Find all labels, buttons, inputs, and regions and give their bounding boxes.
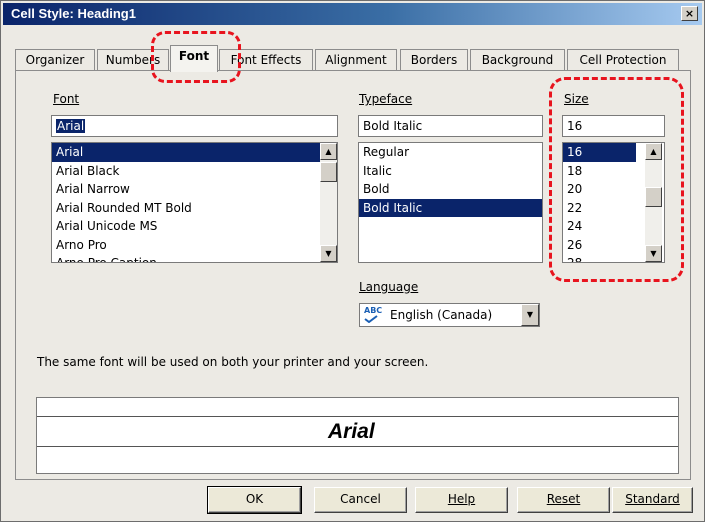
tab-alignment[interactable]: Alignment: [315, 49, 397, 71]
size-input[interactable]: 16: [562, 115, 665, 137]
scroll-thumb[interactable]: [320, 162, 337, 182]
scroll-thumb[interactable]: [645, 187, 662, 207]
reset-button-label: Reset: [546, 492, 581, 506]
chevron-down-icon[interactable]: ▼: [521, 304, 539, 326]
preview-baseline: [37, 446, 678, 447]
cancel-button[interactable]: Cancel: [314, 487, 407, 513]
font-list[interactable]: Arial Arial Black Arial Narrow Arial Rou…: [51, 142, 338, 263]
window-title: Cell Style: Heading1: [11, 6, 136, 21]
tab-numbers[interactable]: Numbers: [97, 49, 169, 71]
scroll-down-icon[interactable]: ▼: [645, 245, 662, 262]
tab-borders[interactable]: Borders: [400, 49, 468, 71]
standard-button[interactable]: Standard: [612, 487, 693, 513]
help-button[interactable]: Help: [415, 487, 508, 513]
font-name-value: Arial: [56, 119, 86, 133]
tab-background[interactable]: Background: [470, 49, 565, 71]
language-value: English (Canada): [390, 308, 493, 322]
font-info-text: The same font will be used on both your …: [37, 355, 429, 369]
list-item[interactable]: Arial: [52, 143, 320, 162]
font-preview: Arial: [36, 397, 679, 474]
list-item[interactable]: Arial Unicode MS: [52, 217, 337, 236]
help-button-label: Help: [447, 492, 476, 506]
list-item[interactable]: 16: [563, 143, 636, 162]
typeface-label: Typeface: [359, 92, 413, 106]
list-item[interactable]: Arial Rounded MT Bold: [52, 199, 337, 218]
typeface-value: Bold Italic: [363, 119, 423, 133]
standard-button-label: Standard: [625, 492, 680, 506]
list-item[interactable]: Arno Pro: [52, 236, 337, 255]
title-bar: Cell Style: Heading1 ×: [3, 3, 702, 25]
list-item[interactable]: Regular: [359, 143, 542, 162]
language-select[interactable]: ABC English (Canada) ▼: [359, 303, 540, 327]
preview-top-line: [37, 416, 678, 417]
close-button[interactable]: ×: [681, 6, 698, 21]
font-name-input[interactable]: Arial: [51, 115, 338, 137]
scroll-down-icon[interactable]: ▼: [320, 245, 337, 262]
spellcheck-icon: ABC: [364, 306, 383, 324]
tab-font-effects[interactable]: Font Effects: [219, 49, 313, 71]
list-item[interactable]: Arno Pro Caption: [52, 254, 337, 262]
scroll-up-icon[interactable]: ▲: [320, 143, 337, 160]
tab-font[interactable]: Font: [170, 45, 218, 72]
typeface-list[interactable]: Regular Italic Bold Bold Italic: [358, 142, 543, 263]
reset-button[interactable]: Reset: [517, 487, 610, 513]
scroll-up-icon[interactable]: ▲: [645, 143, 662, 160]
font-list-scrollbar[interactable]: ▲ ▼: [320, 143, 337, 262]
check-mark-icon: [364, 315, 378, 324]
tab-organizer[interactable]: Organizer: [15, 49, 95, 71]
ok-button[interactable]: OK: [207, 486, 302, 514]
size-list[interactable]: 16 18 20 22 24 26 28 ▲ ▼: [562, 142, 665, 263]
tab-cell-protection[interactable]: Cell Protection: [567, 49, 679, 71]
font-label: Font: [53, 92, 80, 106]
size-list-scrollbar[interactable]: ▲ ▼: [645, 143, 662, 262]
size-value: 16: [567, 119, 583, 133]
list-item[interactable]: Arial Black: [52, 162, 337, 181]
list-item[interactable]: Bold: [359, 180, 542, 199]
language-label: Language: [359, 280, 419, 294]
list-item[interactable]: Bold Italic: [359, 198, 542, 217]
size-label: Size: [564, 92, 589, 106]
cell-style-dialog: Cell Style: Heading1 × Organizer Numbers…: [0, 0, 705, 522]
typeface-input[interactable]: Bold Italic: [358, 115, 543, 137]
list-item[interactable]: Italic: [359, 162, 542, 181]
spellcheck-icon-text: ABC: [364, 306, 383, 315]
preview-text: Arial: [327, 420, 376, 444]
list-item[interactable]: Arial Narrow: [52, 180, 337, 199]
